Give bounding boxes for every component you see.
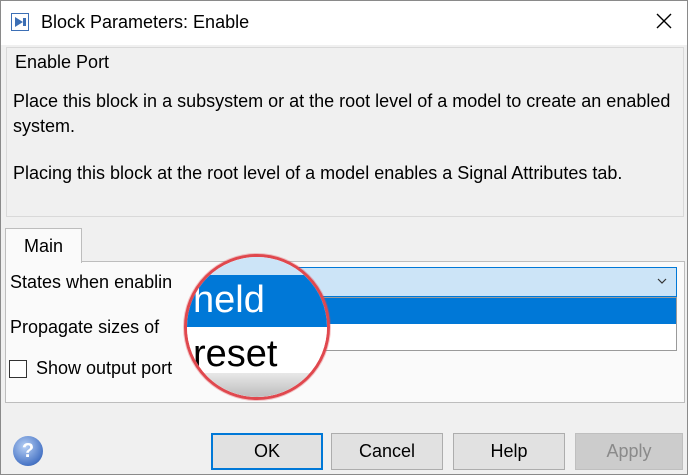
block-parameters-dialog: Block Parameters: Enable Enable Port Pla… xyxy=(0,0,688,475)
group-title: Enable Port xyxy=(15,52,110,72)
states-when-enabling-label: States when enablin xyxy=(10,272,173,292)
propagate-sizes-label: Propagate sizes of xyxy=(10,317,160,337)
show-output-port-checkbox[interactable] xyxy=(9,360,27,378)
dropdown-options-list xyxy=(288,297,677,351)
apply-button[interactable]: Apply xyxy=(575,433,683,470)
dropdown-option-held[interactable] xyxy=(289,298,676,324)
description-group: Enable Port Place this block in a subsys… xyxy=(6,47,684,217)
simulink-block-icon xyxy=(11,13,29,31)
cancel-button[interactable]: Cancel xyxy=(331,433,443,470)
help-question-icon[interactable]: ? xyxy=(13,436,43,466)
help-button[interactable]: Help xyxy=(453,433,565,470)
description-paragraph-2: Placing this block at the root level of … xyxy=(13,163,623,183)
ok-button[interactable]: OK xyxy=(211,433,323,470)
window-title: Block Parameters: Enable xyxy=(41,12,250,32)
close-icon xyxy=(656,13,672,34)
close-button[interactable] xyxy=(641,1,687,45)
show-output-port-label[interactable]: Show output port xyxy=(36,358,172,379)
magnified-held-text: held xyxy=(193,279,265,321)
description-paragraph-1: Place this block in a subsystem or at th… xyxy=(13,91,671,136)
magnified-shadow xyxy=(187,373,327,397)
title-bar[interactable]: Block Parameters: Enable xyxy=(1,1,687,45)
tab-main[interactable]: Main xyxy=(5,228,82,263)
magnified-reset-text: reset xyxy=(193,333,278,375)
chevron-down-icon xyxy=(656,274,668,292)
magnifier-lens: held reset xyxy=(184,254,330,400)
states-when-enabling-dropdown[interactable] xyxy=(288,267,677,297)
